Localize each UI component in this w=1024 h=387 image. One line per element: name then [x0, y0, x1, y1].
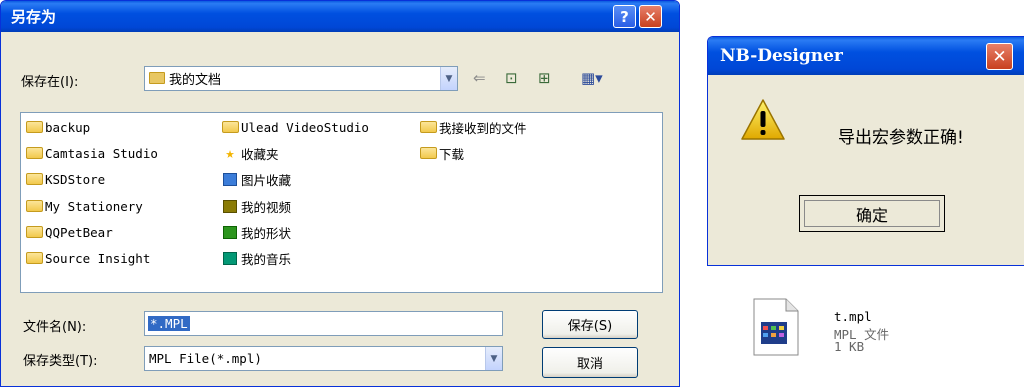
list-item[interactable]: ★ 收藏夹	[221, 144, 279, 162]
ok-button-label: 确定	[855, 205, 888, 225]
message-text: 导出宏参数正确!	[838, 128, 964, 148]
pictures-folder-icon	[221, 172, 239, 186]
list-item-label: backup	[45, 119, 91, 135]
chevron-down-icon[interactable]: ▼	[440, 67, 457, 90]
filename-label: 文件名(N):	[23, 316, 86, 335]
filetype-label: 保存类型(T):	[23, 350, 97, 369]
message-box: NB-Designer ✕ 导出宏参数正确! 确定	[707, 36, 1024, 266]
cancel-button-label: 取消	[576, 357, 603, 372]
folder-icon	[25, 251, 43, 265]
list-item[interactable]: 我接收到的文件	[419, 118, 527, 136]
save-in-value-wrap: 我的文档	[145, 69, 440, 88]
list-item-label: Source Insight	[45, 250, 151, 266]
list-item[interactable]: 我的音乐	[221, 249, 291, 267]
close-icon: ✕	[992, 46, 1007, 67]
close-button[interactable]: ✕	[639, 5, 662, 28]
list-item-label: Ulead VideoStudio	[241, 119, 369, 135]
folder-icon	[25, 146, 43, 160]
save-as-dialog: 另存为 ? ✕ 保存在(I): 我的文档 ▼ ⇐ ⊡ ⊞ ▦▾ backup C…	[0, 0, 680, 387]
up-folder-icon[interactable]: ⊡	[505, 69, 518, 87]
list-item-label: Camtasia Studio	[45, 145, 158, 161]
folder-icon	[25, 172, 43, 186]
list-item[interactable]: Ulead VideoStudio	[221, 118, 369, 136]
list-item[interactable]: 图片收藏	[221, 170, 291, 188]
list-item-label: 下载	[439, 146, 465, 162]
file-size: 1 KB	[834, 339, 865, 354]
save-as-titlebar[interactable]: 另存为	[1, 1, 679, 32]
close-button[interactable]: ✕	[986, 43, 1013, 70]
folder-icon	[25, 225, 43, 239]
new-folder-icon[interactable]: ⊞	[538, 69, 551, 87]
list-item[interactable]: 我的视频	[221, 197, 291, 215]
filetype-dropdown[interactable]: MPL File(*.mpl) ▼	[144, 346, 503, 371]
close-icon: ✕	[644, 7, 657, 26]
filetype-mnemonic: (T):	[75, 354, 98, 369]
message-box-title: NB-Designer	[720, 46, 843, 66]
list-item[interactable]: backup	[25, 118, 90, 136]
save-button-label: 保存(S)	[567, 319, 613, 334]
folder-icon	[25, 199, 43, 213]
save-button[interactable]: 保存(S)	[542, 310, 638, 339]
list-item[interactable]: Source Insight	[25, 249, 150, 267]
list-item[interactable]: 我的形状	[221, 223, 291, 241]
save-in-label-text: 保存在	[21, 75, 61, 90]
file-list[interactable]: backup Camtasia Studio KSDStore My Stati…	[20, 112, 663, 293]
help-icon: ?	[620, 7, 629, 26]
save-in-value: 我的文档	[169, 73, 222, 88]
list-item[interactable]: 下载	[419, 144, 464, 162]
list-item[interactable]: KSDStore	[25, 170, 105, 188]
list-item-label: 我的形状	[241, 225, 292, 241]
view-menu-icon[interactable]: ▦▾	[581, 69, 603, 87]
list-item-label: 我的音乐	[241, 251, 292, 267]
message-box-titlebar[interactable]: NB-Designer	[708, 37, 1024, 75]
filetype-value: MPL File(*.mpl)	[149, 351, 262, 366]
my-documents-icon	[149, 72, 165, 84]
mpl-file-icon[interactable]	[752, 298, 800, 356]
list-item-label: 我的视频	[241, 199, 292, 215]
list-item-label: KSDStore	[45, 171, 106, 187]
list-item-label: 收藏夹	[241, 146, 279, 162]
shapes-folder-icon	[221, 225, 239, 239]
chevron-down-icon[interactable]: ▼	[485, 347, 502, 370]
list-item-label: 我接收到的文件	[439, 120, 527, 136]
save-in-label: 保存在(I):	[21, 71, 78, 90]
dialog-title: 另存为	[11, 8, 57, 26]
list-item[interactable]: My Stationery	[25, 197, 143, 215]
filetype-label-text: 保存类型	[23, 354, 76, 369]
back-icon[interactable]: ⇐	[473, 69, 486, 87]
list-item[interactable]: QQPetBear	[25, 223, 113, 241]
filename-value: *.MPL	[148, 316, 190, 331]
star-folder-icon: ★	[225, 144, 235, 162]
file-name: t.mpl	[834, 309, 872, 324]
music-folder-icon	[221, 251, 239, 265]
folder-icon	[221, 120, 239, 134]
cancel-button[interactable]: 取消	[542, 347, 638, 378]
filename-mnemonic: (N):	[62, 320, 87, 335]
ok-button-face: 确定	[804, 200, 940, 227]
save-in-dropdown[interactable]: 我的文档 ▼	[144, 66, 458, 91]
list-item-label: My Stationery	[45, 198, 143, 214]
save-in-mnemonic: (I):	[60, 75, 79, 90]
folder-icon	[419, 120, 437, 134]
list-item-label: 图片收藏	[241, 172, 292, 188]
filename-input[interactable]: *.MPL	[144, 311, 503, 336]
filename-label-text: 文件名	[23, 320, 63, 335]
folder-icon	[25, 120, 43, 134]
warning-icon	[741, 99, 785, 140]
ok-button[interactable]: 确定	[799, 195, 945, 232]
list-item-label: QQPetBear	[45, 224, 113, 240]
folder-icon	[419, 146, 437, 160]
videos-folder-icon	[221, 199, 239, 213]
help-button[interactable]: ?	[613, 5, 636, 28]
list-item[interactable]: Camtasia Studio	[25, 144, 158, 162]
